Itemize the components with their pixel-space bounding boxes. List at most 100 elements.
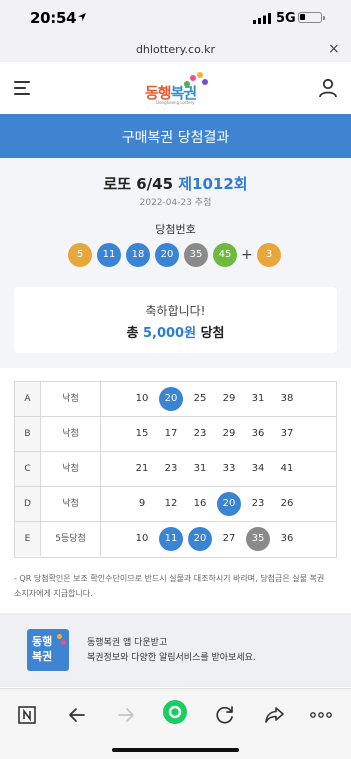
home-indicator[interactable] — [112, 748, 239, 752]
qr-notice: - QR 당첨확인은 보조 확인수단이므로 반드시 실물과 대조하시기 바라며,… — [14, 571, 344, 601]
game-name: 로또 6/45 — [103, 175, 174, 193]
signal-icon — [253, 13, 271, 24]
page-title-banner: 구매복권 당첨결과 — [0, 114, 351, 158]
winning-ball: 35 — [184, 243, 208, 267]
url-text[interactable]: dhlottery.co.kr — [0, 43, 351, 56]
user-icon[interactable] — [318, 78, 338, 98]
table-row: A 낙첨 10 20 25 29 31 38 — [15, 382, 336, 417]
app-icon[interactable]: 동행 복권 — [27, 629, 69, 671]
ticket-number: 31 — [251, 393, 265, 404]
app-icon-dot-icon — [61, 640, 66, 645]
row-result: 낙첨 — [41, 382, 101, 416]
notice-line-2: 소지자에게 지급합니다. — [14, 589, 93, 598]
row-letter: C — [15, 452, 41, 486]
reload-icon[interactable] — [213, 703, 237, 727]
ticket-number: 10 — [135, 533, 149, 544]
ticket-number: 31 — [193, 463, 207, 474]
ticket-number: 26 — [280, 498, 294, 509]
table-row: C 낙첨 21 23 31 33 34 41 — [15, 452, 336, 487]
ticket-number: 23 — [251, 498, 265, 509]
winning-ball: 5 — [68, 243, 92, 267]
app-icon-dot-icon — [57, 634, 62, 639]
ticket-number: 21 — [135, 463, 149, 474]
ticket-number: 23 — [193, 428, 207, 439]
page-title: 구매복권 당첨결과 — [121, 130, 230, 146]
ticket-number-matched: 20 — [159, 387, 183, 411]
ticket-number-matched: 20 — [217, 492, 241, 516]
ticket-number: 12 — [164, 498, 178, 509]
ticket-number-matched: 11 — [159, 527, 183, 551]
ticket-number-matched: 35 — [246, 527, 270, 551]
ticket-number: 23 — [164, 463, 178, 474]
winning-ball: 18 — [126, 243, 150, 267]
row-letter: B — [15, 417, 41, 451]
back-arrow-icon[interactable] — [65, 703, 89, 727]
ticket-number: 33 — [222, 463, 236, 474]
bonus-ball: 3 — [257, 243, 281, 267]
logo-dot-icon — [190, 75, 196, 81]
ticket-number: 27 — [222, 533, 236, 544]
ticket-number: 37 — [280, 428, 294, 439]
logo-subtext: Donghaeng Lottery — [156, 100, 195, 105]
close-icon[interactable]: × — [328, 41, 340, 57]
result-summary: 축하합니다! 총 5,000원 당첨 — [14, 287, 337, 353]
logo-dot-icon — [202, 79, 208, 85]
app-icon-text-2: 복권 — [32, 650, 53, 663]
table-row: B 낙첨 15 17 23 29 36 37 — [15, 417, 336, 452]
logo-dot-icon — [184, 81, 190, 87]
more-options-icon[interactable] — [309, 703, 333, 727]
home-green-icon[interactable] — [162, 699, 188, 725]
ticket-number: 38 — [280, 393, 294, 404]
ticket-table: A 낙첨 10 20 25 29 31 38 B 낙첨 15 17 23 29 … — [14, 381, 337, 558]
table-row: E 5등당첨 10 11 20 27 35 36 — [15, 522, 336, 557]
row-result: 5등당첨 — [41, 522, 101, 556]
hamburger-menu-icon[interactable] — [14, 81, 30, 99]
winning-ball: 20 — [155, 243, 179, 267]
forward-arrow-icon[interactable] — [114, 703, 138, 727]
prize-amount: 5,000원 — [142, 326, 197, 341]
naver-n-icon[interactable] — [15, 703, 39, 727]
app-banner-text: 동행복권 앱 다운받고 복권정보와 다양한 알림서비스를 받아보세요. — [87, 636, 256, 666]
winning-ball: 11 — [97, 243, 121, 267]
ticket-number: 15 — [135, 428, 149, 439]
plus-sign: + — [241, 247, 253, 263]
battery-icon — [298, 12, 325, 23]
site-header: 동행복권 Donghaeng Lottery — [0, 62, 351, 114]
ticket-number: 41 — [280, 463, 294, 474]
app-banner-line-1: 동행복권 앱 다운받고 — [87, 638, 168, 648]
ticket-number: 36 — [251, 428, 265, 439]
logo-dot-icon — [197, 72, 203, 78]
share-icon[interactable] — [262, 703, 286, 727]
ticket-number: 29 — [222, 428, 236, 439]
ticket-number: 9 — [138, 498, 146, 509]
row-letter: A — [15, 382, 41, 416]
row-result: 낙첨 — [41, 417, 101, 451]
ticket-number: 16 — [193, 498, 207, 509]
ticket-number: 34 — [251, 463, 265, 474]
status-time: 20:54 — [30, 9, 77, 27]
winning-numbers-label: 당첨번호 — [155, 223, 196, 236]
ticket-number: 17 — [164, 428, 178, 439]
draw-round: 제1012회 — [178, 175, 248, 193]
ticket-number: 10 — [135, 393, 149, 404]
total-suffix: 당첨 — [200, 326, 225, 341]
row-result: 낙첨 — [41, 452, 101, 486]
winning-ball: 45 — [213, 243, 237, 267]
app-banner-line-2: 복권정보와 다양한 알림서비스를 받아보세요. — [87, 653, 256, 663]
ticket-number: 29 — [222, 393, 236, 404]
ticket-number-matched: 20 — [188, 527, 212, 551]
congrats-text: 축하합니다! — [145, 304, 206, 318]
row-letter: E — [15, 522, 41, 556]
app-icon-text-1: 동행 — [32, 635, 53, 648]
row-letter: D — [15, 487, 41, 521]
network-type: 5G — [276, 11, 296, 26]
url-bar[interactable]: dhlottery.co.kr × — [0, 38, 351, 62]
ticket-number: 25 — [193, 393, 207, 404]
notice-line-1: - QR 당첨확인은 보조 확인수단이므로 반드시 실물과 대조하시기 바라며,… — [14, 574, 325, 583]
table-row: D 낙첨 9 12 16 20 23 26 — [15, 487, 336, 522]
total-prize: 총 5,000원 당첨 — [14, 322, 337, 341]
ticket-number: 36 — [280, 533, 294, 544]
draw-title: 로또 6/45 제1012회 — [0, 173, 351, 194]
location-arrow-icon — [78, 13, 86, 21]
site-logo[interactable]: 동행복권 Donghaeng Lottery — [140, 72, 212, 106]
